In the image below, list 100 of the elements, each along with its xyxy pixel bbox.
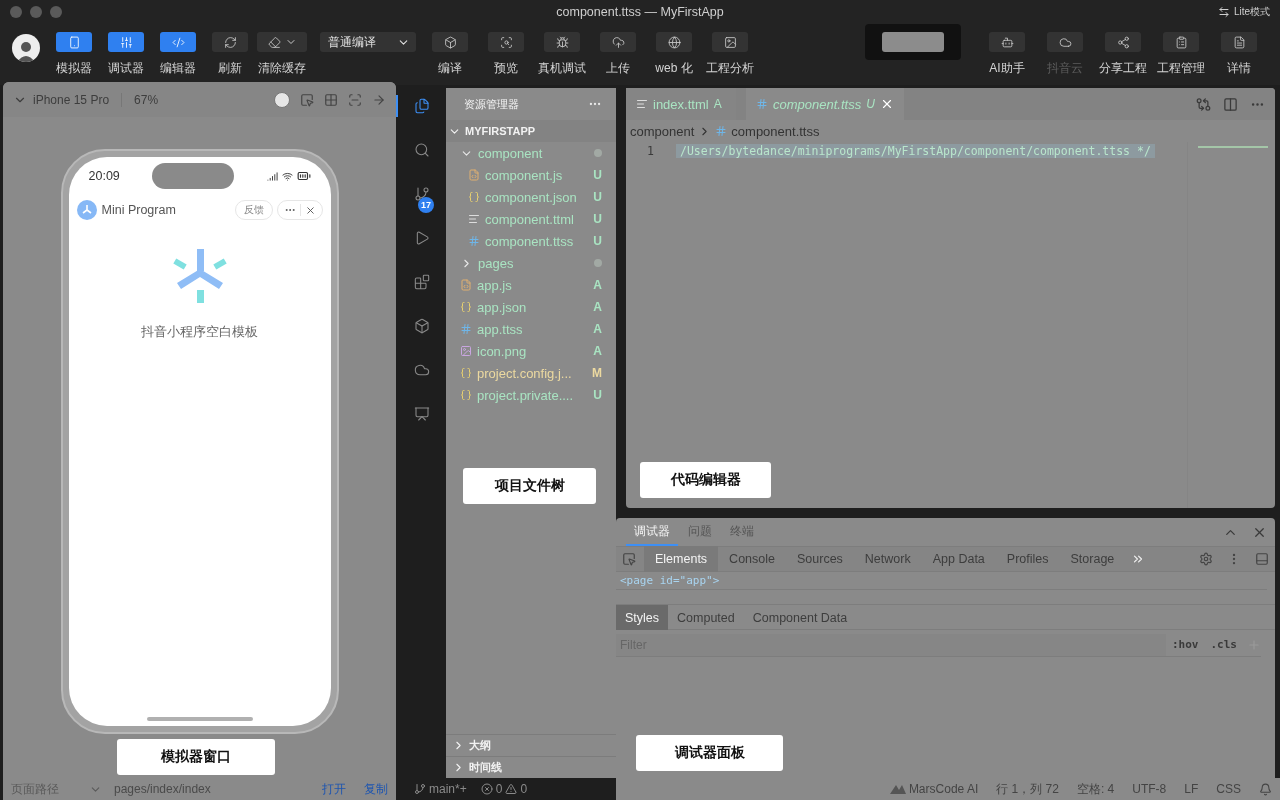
upload-icon (611, 35, 625, 49)
cloud-icon (414, 362, 430, 378)
dock-icon[interactable] (1255, 552, 1269, 566)
file-row[interactable]: component.json U (446, 186, 616, 208)
callout-label: 模拟器窗口 (117, 739, 275, 775)
file-row[interactable]: component.ttss U (446, 230, 616, 252)
callout-label: 调试器面板 (636, 735, 783, 771)
toolbar-button[interactable]: 调试器 (100, 32, 152, 77)
branch-status[interactable]: main*+ (414, 782, 467, 796)
pointer-icon[interactable] (300, 92, 314, 107)
editor-tab[interactable]: component.ttss U (746, 88, 904, 120)
file-row[interactable]: app.js A (446, 274, 616, 296)
code-file-icon (460, 279, 472, 291)
breadcrumb-item[interactable]: component (630, 123, 695, 139)
dom-node: <page id="app"> (616, 572, 1267, 590)
hash-icon (460, 323, 472, 335)
eraser-icon (267, 35, 281, 49)
sliders-icon (119, 35, 133, 49)
styles-tab[interactable]: Component Data (743, 605, 857, 630)
toolbar-button[interactable]: 工程管理 (1152, 32, 1210, 77)
toolbar-button[interactable]: 编译 (422, 32, 478, 77)
styles-tab[interactable]: Styles (616, 605, 669, 630)
folder-row[interactable]: pages (446, 252, 616, 274)
devtools-tab[interactable]: Sources (786, 546, 854, 572)
status-item[interactable]: CSS (1216, 782, 1241, 796)
compile-select[interactable]: 普通编译 (320, 32, 416, 52)
play-icon (414, 230, 430, 246)
page-text: 抖音小程序空白模板 (141, 323, 258, 341)
zoom-window-button[interactable] (50, 6, 62, 18)
toolbar-button[interactable]: AI助手 (978, 32, 1036, 77)
copy-link[interactable]: 复制 (364, 780, 388, 798)
presentation-icon (414, 406, 430, 422)
cloud-icon (1058, 35, 1072, 49)
grid-icon[interactable] (324, 92, 338, 107)
devtools-tab[interactable]: Storage (1059, 546, 1126, 572)
toolbar-button[interactable]: 编辑器 (152, 32, 204, 77)
devtools-tab[interactable]: App Data (921, 546, 996, 572)
device-name[interactable]: iPhone 15 Pro (33, 92, 110, 107)
signal-icon (266, 170, 278, 182)
devtools-tab[interactable]: Console (718, 546, 786, 572)
branch-icon (414, 783, 426, 795)
class-toggle[interactable]: .cls (1204, 638, 1243, 651)
error-count: 0 (495, 782, 503, 796)
folder-row[interactable]: component (446, 142, 616, 164)
toolbar-button[interactable]: web 化 (646, 32, 702, 77)
ai-status[interactable]: MarsCode AI (889, 782, 979, 796)
error-icon (480, 783, 493, 795)
minimize-window-button[interactable] (30, 6, 42, 18)
bell-icon[interactable] (1259, 782, 1272, 796)
screenshot-icon[interactable] (348, 92, 362, 107)
toolbar-button[interactable]: 模拟器 (48, 32, 100, 77)
compare-icon[interactable] (1196, 96, 1211, 112)
status-item[interactable]: LF (1184, 782, 1199, 796)
explorer-title: 资源管理器 (464, 96, 519, 112)
settings-icon[interactable] (1199, 552, 1213, 566)
toolbar-button[interactable]: 分享工程 (1094, 32, 1152, 77)
devtools-tab[interactable]: Elements (644, 546, 719, 572)
file-row[interactable]: app.json A (446, 296, 616, 318)
toolbar-button[interactable]: 清除缓存 (256, 32, 308, 77)
devtools-tab[interactable]: Network (853, 546, 922, 572)
app-title: Mini Program (101, 203, 176, 217)
document-icon (1232, 35, 1246, 49)
branch-icon (414, 186, 430, 202)
mode-button[interactable]: Lite模式 (1217, 5, 1270, 19)
file-row[interactable]: app.ttss A (446, 318, 616, 340)
hover-toggle[interactable]: :hov (1166, 638, 1205, 651)
toolbar-button[interactable]: 预览 (478, 32, 534, 77)
split-icon[interactable] (1223, 96, 1238, 112)
page-path: pages/index/index (114, 782, 211, 796)
file-row[interactable]: icon.png A (446, 340, 616, 362)
status-item[interactable]: 空格: 4 (1076, 780, 1115, 798)
status-time: 20:09 (88, 169, 120, 183)
close-window-button[interactable] (10, 6, 22, 18)
file-row[interactable]: project.config.j... M (446, 362, 616, 384)
breadcrumb-item[interactable]: component.ttss (715, 123, 820, 139)
open-link[interactable]: 打开 (322, 780, 346, 798)
toolbar-button[interactable]: 详情 (1210, 32, 1268, 77)
file-row[interactable]: component.ttml U (446, 208, 616, 230)
inspect-icon[interactable] (622, 552, 636, 566)
template-logo (172, 249, 227, 303)
file-row[interactable]: component.js U (446, 164, 616, 186)
styles-tab[interactable]: Computed (668, 605, 744, 630)
callout-label: 项目文件树 (463, 468, 596, 504)
problems-status[interactable]: 0 0 (480, 782, 528, 796)
status-item[interactable]: UTF-8 (1132, 782, 1167, 796)
toolbar-button[interactable]: 工程分析 (702, 32, 758, 77)
zoom-level[interactable]: 67% (134, 92, 159, 107)
devtools-tab[interactable]: Profiles (995, 546, 1060, 572)
hash-icon (756, 98, 768, 110)
file-row[interactable]: project.private.... U (446, 384, 616, 406)
braces-icon (460, 389, 472, 401)
status-item[interactable]: 行 1，列 72 (996, 780, 1059, 798)
toolbar-button[interactable]: 上传 (590, 32, 646, 77)
toolbar-button[interactable]: 真机调试 (534, 32, 590, 77)
cube-icon (414, 318, 430, 334)
braces-icon (460, 367, 472, 379)
avatar[interactable] (274, 91, 290, 108)
hash-icon (468, 235, 480, 247)
project-root[interactable]: MYFIRSTAPP (446, 120, 616, 142)
toolbar-button[interactable]: 刷新 (204, 32, 256, 77)
